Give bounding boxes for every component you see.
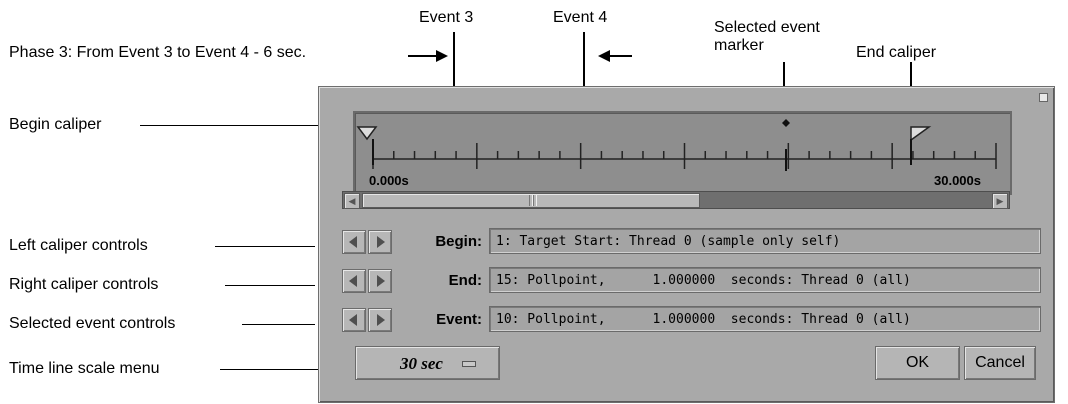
time-line-scale-menu-callout: Time line scale menu — [9, 360, 160, 377]
selected-event-marker[interactable] — [782, 119, 790, 127]
event-prev-button[interactable] — [342, 308, 366, 332]
phase3-arrowhead-right — [436, 50, 448, 62]
left-controls-leader — [215, 246, 315, 247]
end-caliper-callout: End caliper — [856, 44, 937, 61]
window-resize-icon[interactable] — [1039, 93, 1048, 102]
scroll-left-arrow[interactable]: ◀ — [344, 193, 360, 209]
arrow-left-icon — [349, 236, 357, 248]
thumb-grip — [533, 195, 537, 206]
time-line-scale-menu[interactable]: 30 sec — [355, 346, 500, 380]
time-line[interactable]: 0.000s 30.000s — [353, 111, 1012, 195]
selected-event-controls-callout: Selected event controls — [9, 315, 176, 332]
begin-caliper-callout: Begin caliper — [9, 116, 102, 133]
phase3-callout: Phase 3: From Event 3 to Event 4 - 6 sec… — [9, 44, 307, 61]
begin-caliper-handle[interactable] — [356, 126, 378, 141]
arrow-left-icon — [349, 314, 357, 326]
arrow-right-icon — [377, 236, 385, 248]
event4-callout: Event 4 — [553, 9, 608, 26]
left-caliper-controls-callout: Left caliper controls — [9, 237, 148, 254]
scroll-right-arrow[interactable]: ▶ — [992, 193, 1008, 209]
option-menu-indicator-icon — [462, 361, 476, 367]
end-row: End: 15: Pollpoint, 1.000000 seconds: Th… — [342, 265, 1047, 295]
end-label: End: — [448, 272, 482, 289]
begin-field[interactable]: 1: Target Start: Thread 0 (sample only s… — [489, 228, 1041, 254]
phase3-arrowhead-left — [598, 50, 610, 62]
begin-next-button[interactable] — [368, 230, 392, 254]
end-next-button[interactable] — [368, 269, 392, 293]
event-controls-leader — [242, 324, 315, 325]
end-caliper-handle[interactable] — [910, 126, 932, 142]
time-line-scale — [356, 119, 997, 171]
arrow-right-icon — [377, 314, 385, 326]
arrow-left-icon — [349, 275, 357, 287]
phase3-arrow-right — [408, 55, 438, 57]
event-label: Event: — [436, 311, 482, 328]
event-next-button[interactable] — [368, 308, 392, 332]
end-field[interactable]: 15: Pollpoint, 1.000000 seconds: Thread … — [489, 267, 1041, 293]
scrollbar-thumb[interactable] — [362, 193, 700, 208]
scale-menu-value: 30 sec — [400, 354, 443, 373]
timeline-end-label: 30.000s — [934, 173, 981, 188]
event3-callout: Event 3 — [419, 9, 474, 26]
arrow-right-icon — [377, 275, 385, 287]
begin-label: Begin: — [435, 233, 482, 250]
end-prev-button[interactable] — [342, 269, 366, 293]
begin-prev-button[interactable] — [342, 230, 366, 254]
ok-button[interactable]: OK — [875, 346, 960, 380]
event4-leader — [583, 32, 585, 88]
timeline-start-label: 0.000s — [369, 173, 409, 188]
cancel-button[interactable]: Cancel — [964, 346, 1036, 380]
event3-leader — [453, 32, 455, 88]
timeline-scrollbar[interactable]: ◀ ▶ — [342, 191, 1010, 209]
phase3-arrow-left — [610, 55, 632, 57]
selected-marker-callout: Selected event marker — [714, 19, 820, 54]
begin-row: Begin: 1: Target Start: Thread 0 (sample… — [342, 226, 1047, 256]
event-row: Event: 10: Pollpoint, 1.000000 seconds: … — [342, 304, 1047, 334]
caliper-dialog: 0.000s 30.000s ◀ ▶ Begin: 1: Target Star… — [318, 86, 1055, 403]
right-caliper-controls-callout: Right caliper controls — [9, 276, 159, 293]
event-field[interactable]: 10: Pollpoint, 1.000000 seconds: Thread … — [489, 306, 1041, 332]
right-controls-leader — [225, 285, 315, 286]
